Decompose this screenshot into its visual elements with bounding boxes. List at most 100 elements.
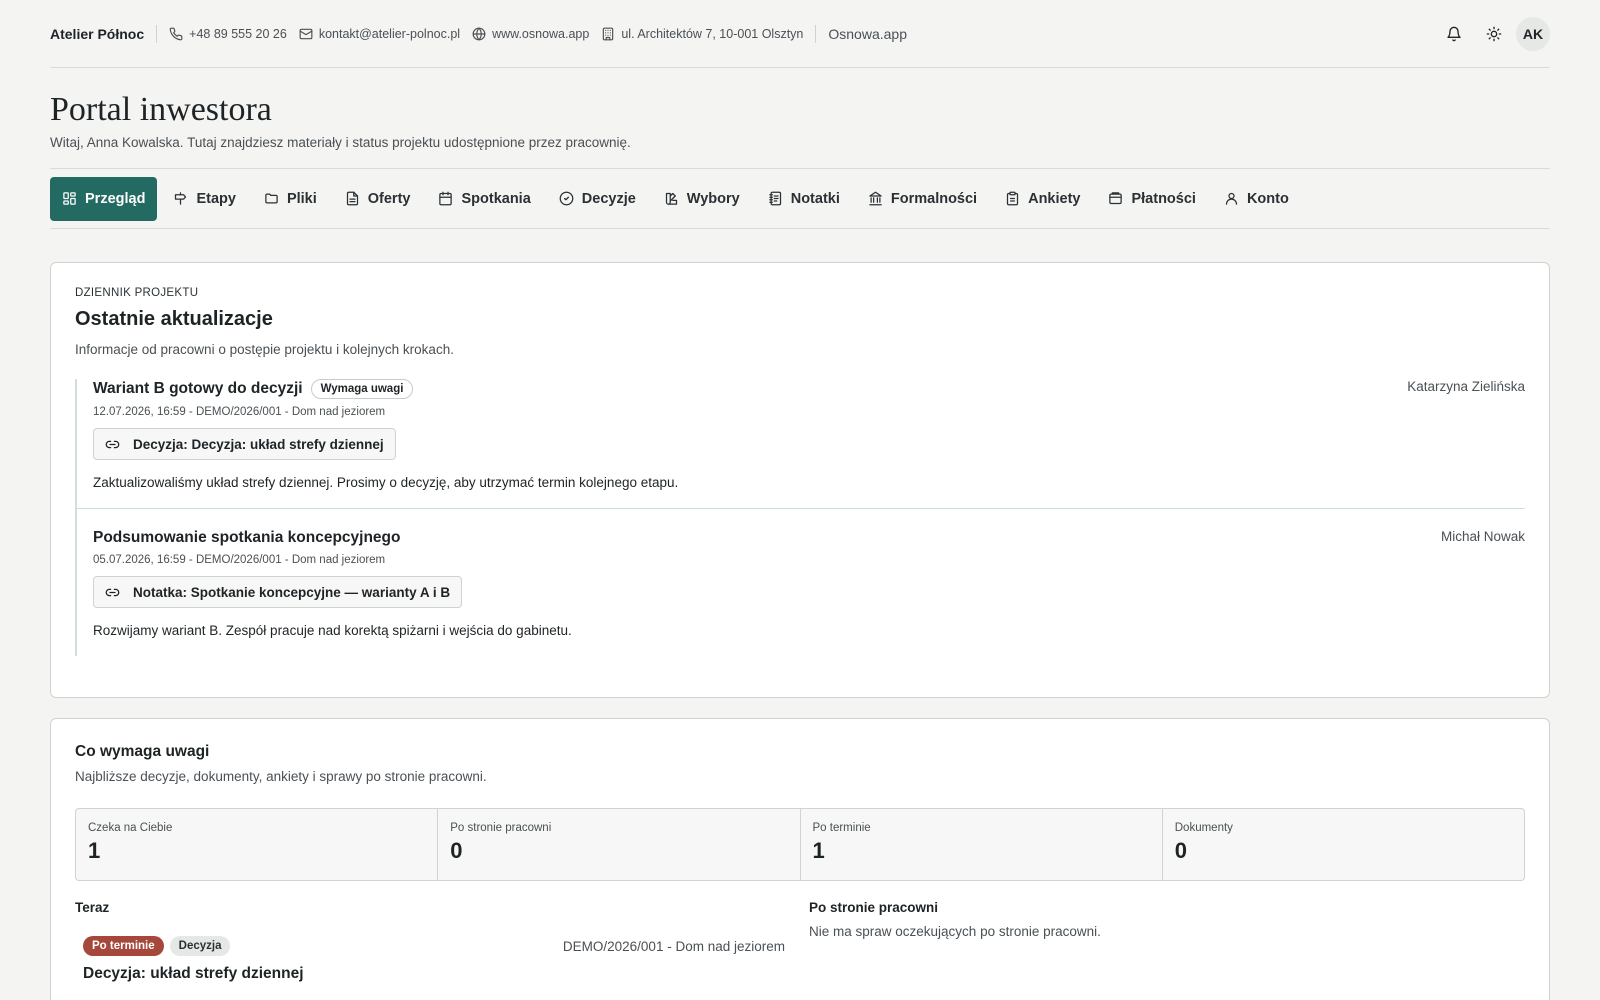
tab-notatki[interactable]: Notatki [756,177,852,221]
stat-documents: Dokumenty 0 [1163,809,1524,880]
stat-overdue: Po terminie 1 [801,809,1163,880]
wallet-icon [1109,192,1123,205]
theme-toggle-button[interactable] [1478,18,1510,50]
grid-icon [63,192,76,205]
contact-phone[interactable]: +48 89 555 20 26 [169,27,287,41]
phone-icon [169,27,183,40]
stat-value: 1 [88,838,101,863]
attention-columns: Teraz Po terminie Decyzja DEMO/2026/001 … [75,900,1525,983]
entry-body: Zaktualizowaliśmy układ strefy dziennej.… [93,475,679,490]
tab-spotkania[interactable]: Spotkania [426,177,542,221]
tab-wybory[interactable]: Wybory [652,177,752,221]
entry-header: Wariant B gotowy do decyzji Wymaga uwagi [93,379,1525,399]
entry-author: Katarzyna Zielińska [1407,379,1525,394]
website-text: www.osnowa.app [492,26,590,41]
tab-label: Pliki [286,190,317,207]
update-entry: Podsumowanie spotkania koncepcyjnego Mic… [77,508,1525,656]
link-label: Notatka: Spotkanie koncepcyjne — wariant… [133,584,451,600]
tab-przeglad[interactable]: Przegląd [50,176,158,221]
page-subtitle: Witaj, Anna Kowalska. Tutaj znajdziesz m… [50,135,631,150]
tab-label: Ankiety [1028,190,1081,207]
stat-value: 0 [450,838,463,863]
update-feed: Wariant B gotowy do decyzji Wymaga uwagi… [75,379,1525,656]
tab-etapy[interactable]: Etapy [161,177,248,221]
institution-icon [869,191,882,206]
divider [156,24,158,43]
entry-author: Michał Nowak [1440,529,1525,544]
divider [815,24,817,43]
tab-ankiety[interactable]: Ankiety [993,177,1092,221]
entry-title: Podsumowanie spotkania koncepcyjnego [93,529,401,546]
task-title[interactable]: Decyzja: układ strefy dziennej [75,965,785,983]
entry-meta: 05.07.2026, 16:59 - DEMO/2026/001 - Dom … [93,554,386,566]
main-nav: Przegląd Etapy Pliki Oferty Spotkania De… [50,169,1550,229]
tab-label: Konto [1246,190,1289,207]
linked-note-button[interactable]: Notatka: Spotkanie koncepcyjne — wariant… [93,576,463,608]
now-column: Teraz Po terminie Decyzja DEMO/2026/001 … [75,900,785,983]
folder-icon [265,193,278,204]
tab-label: Decyzje [581,190,636,207]
stat-studio-side: Po stronie pracowni 0 [438,809,801,880]
contact-website[interactable]: www.osnowa.app [472,27,589,41]
section-eyebrow: Dziennik projektu [75,287,199,299]
task-project: DEMO/2026/001 - Dom nad jeziorem [562,938,785,954]
stat-waiting-on-you: Czeka na Ciebie 1 [76,809,439,880]
tab-label: Spotkania [461,190,531,207]
tab-label: Formalności [890,190,978,207]
column-title: Po stronie pracowni [809,900,939,915]
app-name[interactable]: Osnowa.app [828,26,907,42]
stat-label: Czeka na Ciebie [88,822,173,834]
linked-decision-button[interactable]: Decyzja: Decyzja: układ strefy dziennej [93,428,396,460]
tab-formalnosci[interactable]: Formalności [856,177,989,221]
update-entry: Wariant B gotowy do decyzji Wymaga uwagi… [77,379,1525,508]
section-title: Ostatnie aktualizacje [75,308,273,330]
tab-label: Wybory [686,190,740,207]
user-avatar[interactable]: AK [1516,16,1550,51]
link-icon [105,588,120,596]
notebook-icon [768,191,781,206]
tab-platnosci[interactable]: Płatności [1096,177,1207,221]
tab-label: Notatki [790,190,840,207]
notifications-button[interactable] [1438,18,1470,50]
top-actions: AK [1430,16,1550,51]
tab-decyzje[interactable]: Decyzje [547,177,648,221]
studio-side-column: Po stronie pracowni Nie ma spraw oczekuj… [809,900,1101,983]
contact-email[interactable]: kontakt@atelier-polnoc.pl [299,27,460,41]
phone-text: +48 89 555 20 26 [189,26,287,41]
column-title: Teraz [75,900,110,915]
link-label: Decyzja: Decyzja: układ strefy dziennej [133,436,384,452]
building-icon [603,27,614,40]
tab-konto[interactable]: Konto [1212,177,1301,221]
user-icon [1225,192,1238,205]
tab-label: Oferty [367,190,411,207]
entry-meta: 12.07.2026, 16:59 - DEMO/2026/001 - Dom … [93,406,386,418]
calendar-icon [439,191,453,206]
tab-oferty[interactable]: Oferty [333,177,423,221]
type-pill: Decyzja [169,936,231,956]
stat-value: 0 [1174,838,1187,863]
portal-page: Atelier Północ +48 89 555 20 26 kontakt@… [50,0,1550,1000]
contact-address: ul. Architektów 7, 10-001 Olsztyn [601,27,803,41]
task-item[interactable]: Po terminie Decyzja DEMO/2026/001 - Dom … [75,936,785,956]
stat-label: Dokumenty [1174,822,1233,834]
globe-icon [472,27,486,40]
studio-name: Atelier Północ [50,25,145,42]
mail-icon [299,28,313,39]
signpost-icon [175,192,187,205]
tab-pliki[interactable]: Pliki [252,177,329,221]
document-icon [346,191,358,206]
tab-label: Etapy [196,190,236,207]
top-bar: Atelier Północ +48 89 555 20 26 kontakt@… [50,0,1550,68]
stat-label: Po stronie pracowni [450,822,552,834]
bell-icon [1447,26,1461,41]
tab-label: Przegląd [85,190,146,207]
stat-label: Po terminie [812,822,871,834]
overdue-pill: Po terminie [83,936,164,956]
section-description: Informacje od pracowni o postępie projek… [75,342,454,357]
email-text: kontakt@atelier-polnoc.pl [318,26,461,41]
clipboard-icon [1006,191,1019,206]
tab-label: Płatności [1131,190,1196,207]
entry-title: Wariant B gotowy do decyzji [93,380,303,397]
entry-header: Podsumowanie spotkania koncepcyjnego [93,529,1525,547]
stat-value: 1 [812,838,825,863]
